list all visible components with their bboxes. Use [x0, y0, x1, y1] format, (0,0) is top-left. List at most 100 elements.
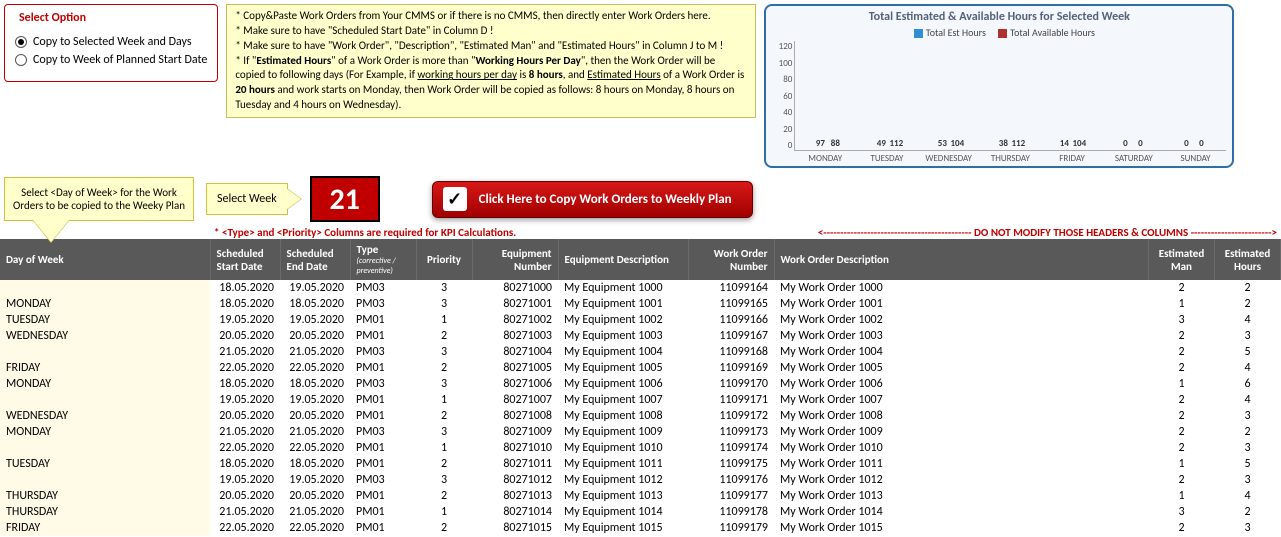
- cell-hrs[interactable]: 3: [1215, 472, 1281, 488]
- cell-eqd[interactable]: My Equipment 1007: [558, 392, 688, 408]
- cell-ssd[interactable]: 20.05.2020: [210, 408, 280, 424]
- cell-type[interactable]: PM03: [350, 376, 416, 392]
- cell-prio[interactable]: 1: [416, 312, 472, 328]
- cell-eqd[interactable]: My Equipment 1015: [558, 520, 688, 536]
- cell-ssd[interactable]: 20.05.2020: [210, 328, 280, 344]
- cell-man[interactable]: 2: [1149, 392, 1215, 408]
- table-row[interactable]: 19.05.202019.05.2020PM01180271007My Equi…: [0, 392, 1281, 408]
- table-row[interactable]: TUESDAY19.05.202019.05.2020PM01180271002…: [0, 312, 1281, 328]
- cell-won[interactable]: 11099166: [688, 312, 774, 328]
- cell-type[interactable]: PM03: [350, 472, 416, 488]
- cell-hrs[interactable]: 3: [1215, 520, 1281, 536]
- cell-ssd[interactable]: 19.05.2020: [210, 472, 280, 488]
- cell-eqd[interactable]: My Equipment 1009: [558, 424, 688, 440]
- cell-won[interactable]: 11099177: [688, 488, 774, 504]
- radio-copy-planned[interactable]: Copy to Week of Planned Start Date: [15, 53, 207, 67]
- cell-ssd[interactable]: 18.05.2020: [210, 456, 280, 472]
- cell-ssd[interactable]: 19.05.2020: [210, 392, 280, 408]
- cell-sed[interactable]: 22.05.2020: [280, 360, 350, 376]
- cell-won[interactable]: 11099178: [688, 504, 774, 520]
- cell-ssd[interactable]: 22.05.2020: [210, 440, 280, 456]
- cell-sed[interactable]: 19.05.2020: [280, 312, 350, 328]
- cell-wod[interactable]: My Work Order 1015: [774, 520, 1149, 536]
- cell-type[interactable]: PM01: [350, 456, 416, 472]
- cell-type[interactable]: PM01: [350, 488, 416, 504]
- cell-eqn[interactable]: 80271001: [472, 296, 558, 312]
- cell-eqn[interactable]: 80271013: [472, 488, 558, 504]
- cell-prio[interactable]: 3: [416, 472, 472, 488]
- cell-man[interactable]: 2: [1149, 472, 1215, 488]
- cell-eqd[interactable]: My Equipment 1003: [558, 328, 688, 344]
- cell-man[interactable]: 3: [1149, 504, 1215, 520]
- cell-day[interactable]: TUESDAY: [0, 312, 210, 328]
- cell-eqn[interactable]: 80271012: [472, 472, 558, 488]
- cell-hrs[interactable]: 6: [1215, 376, 1281, 392]
- cell-man[interactable]: 1: [1149, 376, 1215, 392]
- cell-eqn[interactable]: 80271015: [472, 520, 558, 536]
- cell-sed[interactable]: 18.05.2020: [280, 376, 350, 392]
- cell-eqd[interactable]: My Equipment 1004: [558, 344, 688, 360]
- cell-day[interactable]: [0, 280, 210, 296]
- cell-prio[interactable]: 3: [416, 344, 472, 360]
- cell-man[interactable]: 2: [1149, 520, 1215, 536]
- cell-man[interactable]: 3: [1149, 312, 1215, 328]
- cell-sed[interactable]: 22.05.2020: [280, 520, 350, 536]
- cell-type[interactable]: PM01: [350, 440, 416, 456]
- cell-wod[interactable]: My Work Order 1013: [774, 488, 1149, 504]
- cell-eqn[interactable]: 80271002: [472, 312, 558, 328]
- cell-ssd[interactable]: 22.05.2020: [210, 360, 280, 376]
- cell-won[interactable]: 11099176: [688, 472, 774, 488]
- cell-eqd[interactable]: My Equipment 1011: [558, 456, 688, 472]
- cell-prio[interactable]: 3: [416, 376, 472, 392]
- cell-eqd[interactable]: My Equipment 1005: [558, 360, 688, 376]
- cell-won[interactable]: 11099179: [688, 520, 774, 536]
- cell-eqn[interactable]: 80271005: [472, 360, 558, 376]
- table-row[interactable]: WEDNESDAY20.05.202020.05.2020PM012802710…: [0, 328, 1281, 344]
- cell-ssd[interactable]: 22.05.2020: [210, 520, 280, 536]
- table-row[interactable]: 22.05.202022.05.2020PM01180271010My Equi…: [0, 440, 1281, 456]
- cell-sed[interactable]: 19.05.2020: [280, 280, 350, 296]
- cell-man[interactable]: 2: [1149, 440, 1215, 456]
- cell-won[interactable]: 11099173: [688, 424, 774, 440]
- cell-won[interactable]: 11099171: [688, 392, 774, 408]
- cell-won[interactable]: 11099175: [688, 456, 774, 472]
- cell-eqn[interactable]: 80271004: [472, 344, 558, 360]
- cell-wod[interactable]: My Work Order 1011: [774, 456, 1149, 472]
- cell-sed[interactable]: 22.05.2020: [280, 440, 350, 456]
- cell-hrs[interactable]: 2: [1215, 296, 1281, 312]
- cell-hrs[interactable]: 5: [1215, 456, 1281, 472]
- cell-man[interactable]: 2: [1149, 408, 1215, 424]
- cell-eqn[interactable]: 80271014: [472, 504, 558, 520]
- cell-wod[interactable]: My Work Order 1002: [774, 312, 1149, 328]
- cell-prio[interactable]: 2: [416, 360, 472, 376]
- cell-hrs[interactable]: 4: [1215, 392, 1281, 408]
- cell-prio[interactable]: 2: [416, 328, 472, 344]
- cell-won[interactable]: 11099169: [688, 360, 774, 376]
- cell-eqn[interactable]: 80271000: [472, 280, 558, 296]
- cell-type[interactable]: PM03: [350, 344, 416, 360]
- cell-sed[interactable]: 19.05.2020: [280, 472, 350, 488]
- cell-eqd[interactable]: My Equipment 1001: [558, 296, 688, 312]
- cell-hrs[interactable]: 2: [1215, 504, 1281, 520]
- cell-type[interactable]: PM03: [350, 296, 416, 312]
- cell-prio[interactable]: 2: [416, 408, 472, 424]
- cell-prio[interactable]: 1: [416, 504, 472, 520]
- cell-day[interactable]: [0, 392, 210, 408]
- cell-man[interactable]: 2: [1149, 424, 1215, 440]
- cell-type[interactable]: PM01: [350, 408, 416, 424]
- cell-sed[interactable]: 20.05.2020: [280, 488, 350, 504]
- table-row[interactable]: MONDAY21.05.202021.05.2020PM03380271009M…: [0, 424, 1281, 440]
- cell-won[interactable]: 11099170: [688, 376, 774, 392]
- cell-day[interactable]: [0, 344, 210, 360]
- cell-prio[interactable]: 3: [416, 424, 472, 440]
- cell-day[interactable]: [0, 440, 210, 456]
- cell-type[interactable]: PM01: [350, 392, 416, 408]
- copy-work-orders-button[interactable]: ✓ Click Here to Copy Work Orders to Week…: [432, 181, 753, 218]
- cell-type[interactable]: PM01: [350, 328, 416, 344]
- cell-hrs[interactable]: 3: [1215, 440, 1281, 456]
- table-row[interactable]: THURSDAY20.05.202020.05.2020PM0128027101…: [0, 488, 1281, 504]
- cell-type[interactable]: PM03: [350, 424, 416, 440]
- cell-won[interactable]: 11099174: [688, 440, 774, 456]
- cell-type[interactable]: PM03: [350, 280, 416, 296]
- cell-man[interactable]: 2: [1149, 280, 1215, 296]
